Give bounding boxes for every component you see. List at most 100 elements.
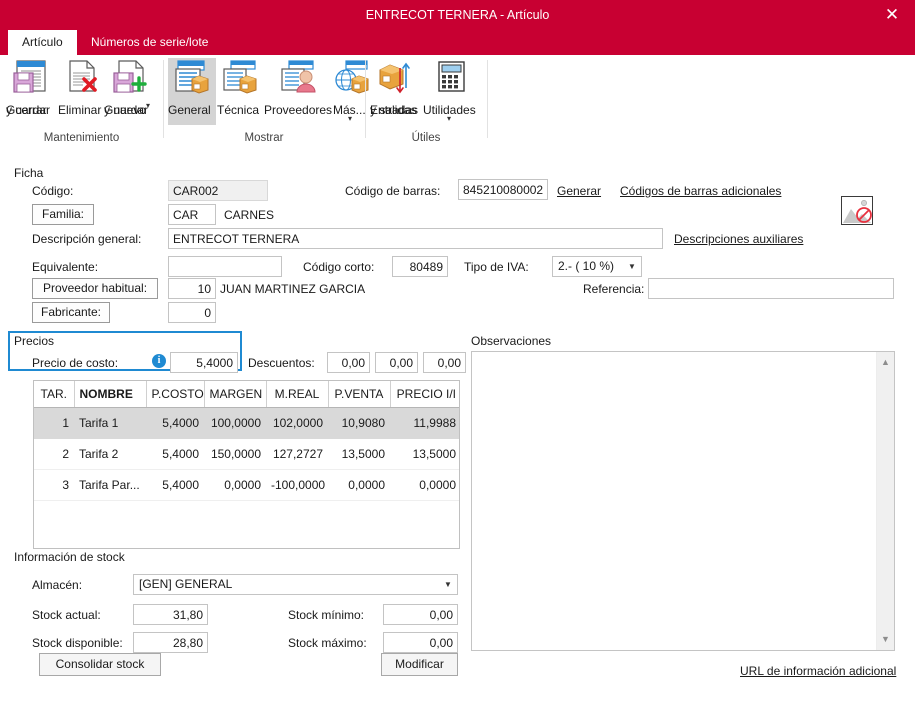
- codigo-label: Código:: [32, 184, 74, 198]
- stock-minimo-input[interactable]: [383, 604, 458, 625]
- codigo-input[interactable]: [168, 180, 268, 201]
- article-window: ENTRECOT TERNERA - Artículo ✕ Artículo N…: [0, 0, 915, 701]
- fabricante-code-input[interactable]: [168, 302, 216, 323]
- suppliers-icon: [264, 58, 332, 102]
- eliminar-label: Eliminar: [58, 103, 102, 117]
- mas-chevron-down-icon[interactable]: ▾: [348, 115, 352, 123]
- cell-pcosto: 5,4000: [146, 438, 204, 470]
- modificar-button[interactable]: Modificar: [381, 653, 458, 676]
- scroll-up-icon[interactable]: ▲: [877, 354, 894, 371]
- descripcion-general-input[interactable]: [168, 228, 663, 249]
- guardar-y-cerrar-button[interactable]: Guardar y cerrar: [6, 58, 56, 117]
- descuento-1-input[interactable]: [327, 352, 370, 373]
- tab-articulo[interactable]: Artículo: [8, 30, 77, 55]
- table-row[interactable]: 3 Tarifa Par... 5,4000 0,0000 -100,0000 …: [34, 469, 459, 501]
- col-tar: TAR.: [34, 381, 75, 408]
- cell-tar: 1: [34, 407, 74, 439]
- title-bar: ENTRECOT TERNERA - Artículo ✕: [0, 0, 915, 30]
- eliminar-button[interactable]: Eliminar: [58, 58, 106, 117]
- utilidades-chevron-down-icon[interactable]: ▾: [447, 115, 451, 123]
- descuento-2-input[interactable]: [375, 352, 418, 373]
- codigo-corto-label: Código corto:: [303, 260, 375, 274]
- familia-button[interactable]: Familia:: [32, 204, 94, 225]
- cell-precio-ii: 0,0000: [390, 469, 459, 501]
- entradas-y-salidas-line2: y salidas: [370, 103, 417, 117]
- cell-mreal: -100,0000: [266, 469, 328, 501]
- precios-section-title: Precios: [14, 334, 55, 348]
- precio-costo-input[interactable]: [170, 352, 238, 373]
- consolidar-stock-label: Consolidar stock: [55, 657, 145, 671]
- guardar-y-nuevo-button[interactable]: Guardar y nuevo: [104, 58, 158, 117]
- equivalente-label: Equivalente:: [32, 260, 99, 274]
- table-row[interactable]: 1 Tarifa 1 5,4000 100,0000 102,0000 10,9…: [34, 407, 459, 439]
- col-margen: MARGEN: [204, 381, 267, 408]
- stock-actual-input[interactable]: [133, 604, 208, 625]
- almacen-chevron-down-icon[interactable]: ▼: [439, 575, 457, 594]
- observaciones-scrollbar[interactable]: ▲ ▼: [876, 352, 894, 650]
- ficha-section-title: Ficha: [14, 166, 44, 180]
- utilidades-button[interactable]: Utilidades: [423, 58, 479, 117]
- scroll-down-icon[interactable]: ▼: [877, 631, 894, 648]
- calculator-icon: [423, 58, 479, 102]
- familia-code-input[interactable]: [168, 204, 216, 225]
- codigos-barras-adicionales-link[interactable]: Códigos de barras adicionales: [620, 184, 781, 198]
- ribbon-group-label-mantenimiento: Mantenimiento: [43, 132, 120, 144]
- almacen-select[interactable]: [GEN] GENERAL ▼: [133, 574, 458, 595]
- consolidar-stock-button[interactable]: Consolidar stock: [39, 653, 161, 676]
- article-image-placeholder[interactable]: [841, 196, 873, 225]
- cell-pventa: 0,0000: [328, 469, 390, 501]
- technical-article-icon: [217, 58, 263, 102]
- ribbon-group-mantenimiento: Guardar y cerrar Eliminar Guardar y nuev…: [0, 55, 163, 146]
- general-label: General: [168, 103, 211, 117]
- cell-nombre: Tarifa 2: [74, 438, 146, 470]
- cell-pventa: 10,9080: [328, 407, 390, 439]
- tipo-iva-chevron-down-icon[interactable]: ▼: [623, 257, 641, 276]
- cell-margen: 150,0000: [204, 438, 266, 470]
- delete-document-icon: [58, 58, 106, 102]
- observaciones-box: ▲ ▼: [471, 351, 895, 651]
- codigo-barras-input[interactable]: [458, 179, 548, 200]
- close-icon[interactable]: ✕: [869, 0, 915, 30]
- guardar-y-nuevo-line2: y nuevo: [104, 103, 147, 117]
- equivalente-input[interactable]: [168, 256, 282, 277]
- main-content: Ficha Código: Código de barras: Generar …: [0, 146, 915, 701]
- table-row[interactable]: 2 Tarifa 2 5,4000 150,0000 127,2727 13,5…: [34, 438, 459, 470]
- proveedor-code-input[interactable]: [168, 278, 216, 299]
- referencia-label: Referencia:: [583, 282, 645, 296]
- col-nombre: NOMBRE: [74, 381, 147, 408]
- cell-pcosto: 5,4000: [146, 469, 204, 501]
- codigo-corto-input[interactable]: [392, 256, 448, 277]
- tecnica-button[interactable]: Técnica: [217, 58, 263, 117]
- referencia-input[interactable]: [648, 278, 894, 299]
- observaciones-textarea[interactable]: [472, 352, 877, 650]
- fabricante-button[interactable]: Fabricante:: [32, 302, 110, 323]
- entradas-y-salidas-button[interactable]: Entradas y salidas: [370, 58, 422, 117]
- cell-margen: 0,0000: [204, 469, 266, 501]
- tipo-iva-value: 2.- ( 10 %): [558, 259, 615, 273]
- tab-numeros-serie-lote[interactable]: Números de serie/lote: [77, 30, 222, 55]
- tipo-iva-select[interactable]: 2.- ( 10 %) ▼: [552, 256, 642, 277]
- info-icon[interactable]: i: [152, 354, 166, 368]
- ribbon-toolbar: Guardar y cerrar Eliminar Guardar y nuev…: [0, 55, 915, 147]
- guardar-y-nuevo-chevron-down-icon[interactable]: ▾: [146, 102, 150, 110]
- cell-pcosto: 5,4000: [146, 407, 204, 439]
- cell-nombre: Tarifa Par...: [74, 469, 146, 501]
- ribbon-divider-1: [163, 60, 164, 138]
- window-title: ENTRECOT TERNERA - Artículo: [365, 8, 550, 22]
- generar-link[interactable]: Generar: [557, 184, 601, 198]
- stock-maximo-label: Stock máximo:: [288, 636, 367, 650]
- descripciones-auxiliares-link[interactable]: Descripciones auxiliares: [674, 232, 803, 246]
- tariffs-table[interactable]: TAR. NOMBRE P.COSTO MARGEN M.REAL P.VENT…: [33, 380, 460, 549]
- proveedores-button[interactable]: Proveedores: [264, 58, 332, 117]
- tipo-iva-label: Tipo de IVA:: [464, 260, 529, 274]
- observaciones-title: Observaciones: [471, 334, 552, 348]
- table-empty-row: [34, 501, 459, 542]
- col-pcosto: P.COSTO: [146, 381, 205, 408]
- stock-disponible-input[interactable]: [133, 632, 208, 653]
- proveedor-habitual-button[interactable]: Proveedor habitual:: [32, 278, 158, 299]
- stock-maximo-input[interactable]: [383, 632, 458, 653]
- url-informacion-adicional-link[interactable]: URL de información adicional: [740, 664, 896, 678]
- general-button[interactable]: General: [168, 58, 216, 125]
- table-header-row: TAR. NOMBRE P.COSTO MARGEN M.REAL P.VENT…: [34, 381, 459, 408]
- descuento-3-input[interactable]: [423, 352, 466, 373]
